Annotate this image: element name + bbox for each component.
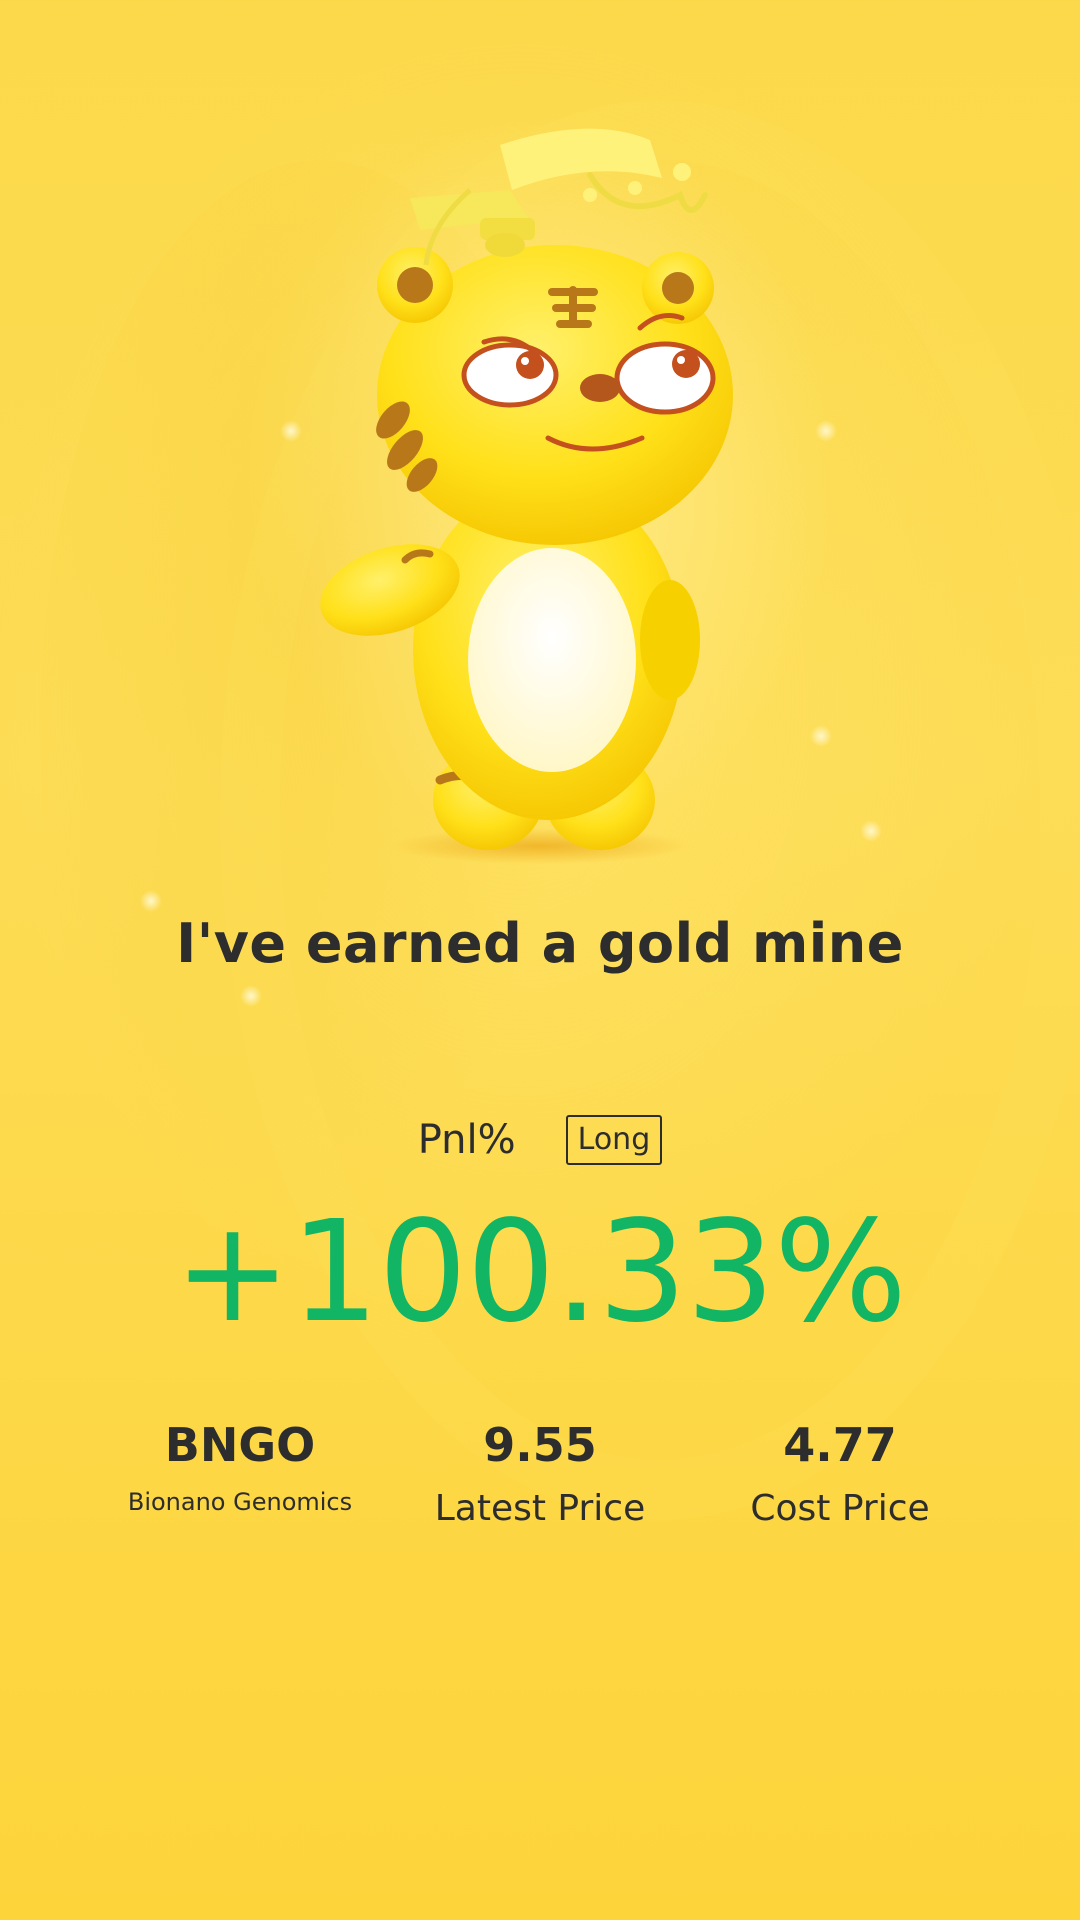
pnl-percentage: +100.33%: [173, 1191, 907, 1354]
latest-price-value: 9.55: [483, 1418, 597, 1472]
latest-price-label: Latest Price: [434, 1488, 646, 1529]
cost-price-value: 4.77: [783, 1418, 897, 1472]
sparkle-decoration: [815, 420, 837, 442]
tiger-mascot-icon: [320, 128, 733, 864]
pnl-row: Pnl% Long: [0, 1115, 1080, 1165]
cost-price-stat: 4.77 Cost Price: [700, 1415, 980, 1531]
sparkle-decoration: [240, 985, 262, 1007]
pnl-label: Pnl%: [417, 1117, 516, 1163]
latest-price-stat: 9.55 Latest Price: [400, 1415, 680, 1531]
stock-name: Bionano Genomics: [127, 1488, 353, 1516]
stock-symbol: BNGO: [164, 1418, 316, 1472]
sparkle-decoration: [860, 820, 882, 842]
stock-info: BNGO Bionano Genomics: [100, 1415, 380, 1517]
sparkle-decoration: [810, 725, 832, 747]
cost-price-label: Cost Price: [750, 1488, 930, 1529]
sparkle-decoration: [140, 890, 162, 912]
position-side-badge: Long: [565, 1115, 663, 1165]
headline: I've earned a gold mine: [176, 912, 904, 975]
